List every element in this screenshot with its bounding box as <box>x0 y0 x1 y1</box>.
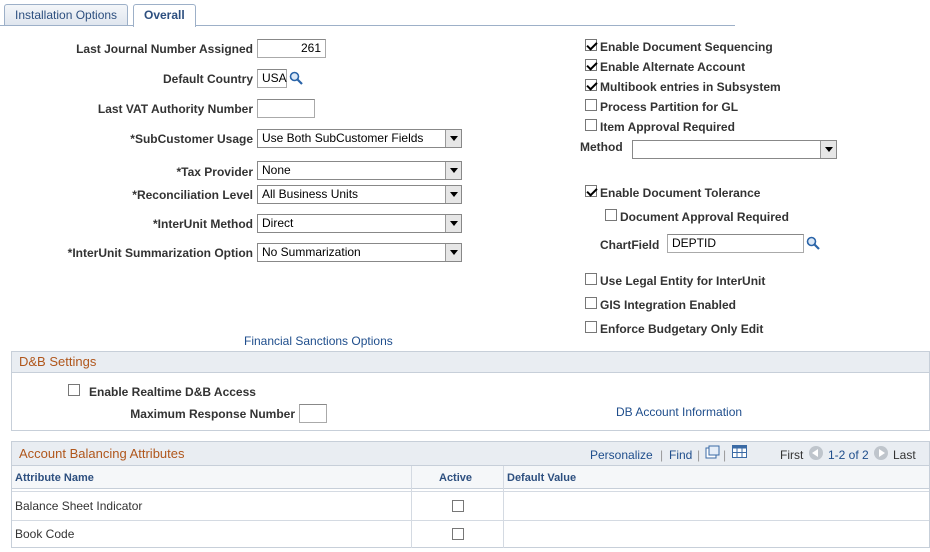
doc-sequencing-label: Enable Document Sequencing <box>600 40 773 54</box>
grid-separator: | <box>660 448 664 462</box>
chartfield-input[interactable]: DEPTID <box>667 234 804 253</box>
item-approval-label: Item Approval Required <box>600 120 735 134</box>
chartfield-label: ChartField <box>600 238 660 252</box>
dnb-account-info-link[interactable]: DB Account Information <box>616 405 742 419</box>
financial-sanctions-link[interactable]: Financial Sanctions Options <box>244 334 393 348</box>
tab-divider <box>0 25 735 26</box>
chevron-down-icon[interactable] <box>445 162 461 179</box>
chevron-down-icon[interactable] <box>445 215 461 232</box>
interunit-summarization-label: *InterUnit Summarization Option <box>67 246 253 260</box>
tax-provider-label: *Tax Provider <box>176 165 253 179</box>
process-partition-checkbox[interactable] <box>585 99 597 111</box>
grid-separator: | <box>723 448 727 462</box>
personalize-link[interactable]: Personalize <box>590 448 653 462</box>
tab-overall[interactable]: Overall <box>133 4 196 27</box>
multibook-label: Multibook entries in Subsystem <box>600 80 781 94</box>
budgetary-label: Enforce Budgetary Only Edit <box>600 322 764 336</box>
next-icon[interactable] <box>874 446 888 460</box>
subcustomer-usage-label: *SubCustomer Usage <box>130 132 253 146</box>
tab-installation-options[interactable]: Installation Options <box>4 4 129 26</box>
search-icon[interactable] <box>806 236 820 250</box>
default-country-label: Default Country <box>163 72 253 86</box>
interunit-method-label: *InterUnit Method <box>153 217 253 231</box>
max-response-label: Maximum Response Number <box>130 407 295 421</box>
alt-account-label: Enable Alternate Account <box>600 60 746 74</box>
reconciliation-level-label: *Reconciliation Level <box>132 188 253 202</box>
grid-range: 1-2 of 2 <box>828 448 869 462</box>
subcustomer-usage-value: Use Both SubCustomer Fields <box>262 131 424 145</box>
interunit-summarization-select[interactable]: No Summarization <box>257 243 462 262</box>
budgetary-checkbox[interactable] <box>585 321 597 333</box>
tax-provider-value: None <box>262 163 291 177</box>
alt-account-checkbox[interactable] <box>585 59 597 71</box>
chevron-down-icon[interactable] <box>445 130 461 147</box>
last-label: Last <box>893 448 916 462</box>
find-link[interactable]: Find <box>669 448 692 462</box>
active-checkbox[interactable] <box>452 500 464 512</box>
view-all-icon[interactable] <box>705 445 720 459</box>
dnb-settings-title: D&B Settings <box>12 352 929 373</box>
grid-divider <box>503 466 504 548</box>
doc-approval-checkbox[interactable] <box>605 209 617 221</box>
legal-entity-label: Use Legal Entity for InterUnit <box>600 274 766 288</box>
grid-divider <box>12 491 929 492</box>
subcustomer-usage-select[interactable]: Use Both SubCustomer Fields <box>257 129 462 148</box>
process-partition-label: Process Partition for GL <box>600 100 739 114</box>
grid-separator: | <box>697 448 701 462</box>
realtime-dnb-label: Enable Realtime D&B Access <box>89 385 256 399</box>
first-label: First <box>780 448 804 462</box>
default-country-input[interactable]: USA <box>257 69 287 88</box>
chevron-down-icon[interactable] <box>445 244 461 261</box>
reconciliation-level-select[interactable]: All Business Units <box>257 185 462 204</box>
legal-entity-checkbox[interactable] <box>585 273 597 285</box>
interunit-method-value: Direct <box>262 216 294 230</box>
previous-icon[interactable] <box>809 446 823 460</box>
col-active: Active <box>439 472 473 484</box>
grid-divider <box>411 466 412 548</box>
doc-sequencing-checkbox[interactable] <box>585 39 597 51</box>
item-approval-checkbox[interactable] <box>585 119 597 131</box>
doc-approval-label: Document Approval Required <box>620 210 789 224</box>
doc-tolerance-checkbox[interactable] <box>585 185 597 197</box>
col-default-value: Default Value <box>507 472 577 484</box>
last-journal-label: Last Journal Number Assigned <box>76 42 253 56</box>
gis-label: GIS Integration Enabled <box>600 298 737 312</box>
last-journal-input[interactable]: 261 <box>257 39 326 58</box>
col-attribute-name: Attribute Name <box>15 472 94 484</box>
interunit-summarization-value: No Summarization <box>262 245 361 259</box>
spreadsheet-icon[interactable] <box>732 445 747 458</box>
doc-tolerance-label: Enable Document Tolerance <box>600 186 761 200</box>
last-vat-input[interactable] <box>257 99 315 118</box>
method-label: Method <box>580 140 623 154</box>
search-icon[interactable] <box>289 71 303 85</box>
multibook-checkbox[interactable] <box>585 79 597 91</box>
tax-provider-select[interactable]: None <box>257 161 462 180</box>
chevron-down-icon[interactable] <box>445 186 461 203</box>
last-vat-label: Last VAT Authority Number <box>97 102 253 116</box>
method-select[interactable] <box>632 140 837 159</box>
chevron-down-icon[interactable] <box>820 141 836 158</box>
interunit-method-select[interactable]: Direct <box>257 214 462 233</box>
max-response-input[interactable] <box>299 404 327 423</box>
grid-divider <box>12 520 929 521</box>
realtime-dnb-checkbox[interactable] <box>68 384 80 396</box>
attribute-name-cell: Balance Sheet Indicator <box>15 499 143 513</box>
attribute-name-cell: Book Code <box>15 527 75 541</box>
active-checkbox[interactable] <box>452 528 464 540</box>
reconciliation-level-value: All Business Units <box>262 187 359 201</box>
gis-checkbox[interactable] <box>585 297 597 309</box>
